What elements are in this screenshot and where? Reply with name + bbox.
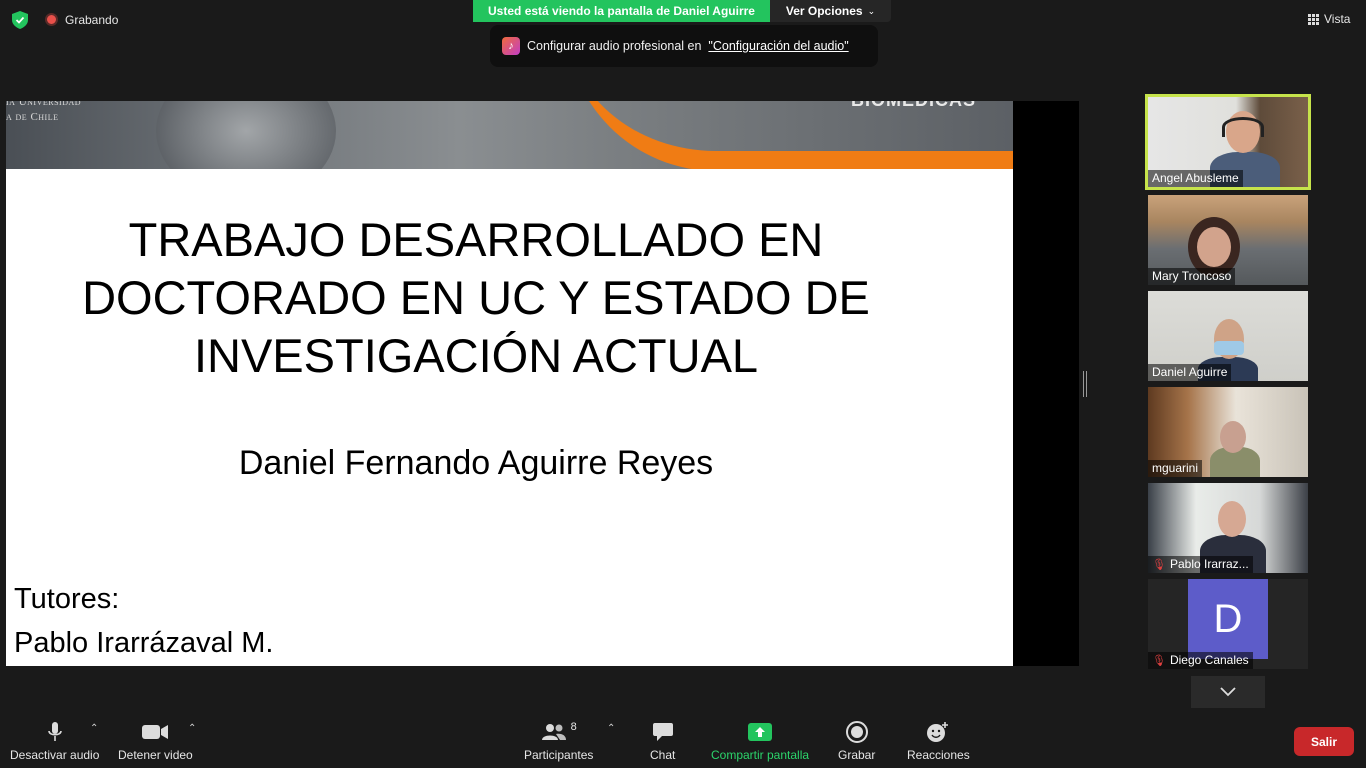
scroll-participants-down-button[interactable] bbox=[1191, 676, 1265, 708]
participant-video-tile[interactable]: mguarini bbox=[1148, 387, 1308, 477]
participant-video-tile[interactable]: Mary Troncoso bbox=[1148, 195, 1308, 285]
slide-header-right-text: BIOMEDICAS bbox=[851, 101, 976, 111]
header-orange-curve bbox=[566, 101, 1013, 169]
audio-tip-text: Configurar audio profesional en bbox=[527, 39, 702, 53]
participant-name: 🎙︎ Diego Canales bbox=[1148, 652, 1253, 669]
participants-options-caret-icon[interactable]: ⌃ bbox=[607, 723, 615, 734]
chevron-down-icon bbox=[1220, 687, 1236, 697]
mute-audio-label: Desactivar audio bbox=[10, 748, 100, 762]
record-icon bbox=[845, 720, 868, 744]
music-note-icon: ♪ bbox=[502, 37, 520, 55]
participant-name: Mary Troncoso bbox=[1148, 268, 1236, 285]
smiley-plus-icon bbox=[926, 720, 950, 744]
audio-settings-link[interactable]: "Configuración del audio" bbox=[708, 39, 848, 53]
slide-header-banner: ia Universidad a de Chile BIOMEDICAS bbox=[6, 101, 1013, 169]
panel-resize-handle[interactable] bbox=[1083, 371, 1087, 397]
header-decoration bbox=[156, 101, 336, 169]
mic-muted-icon: 🎙︎ bbox=[1152, 558, 1166, 571]
slide-author: Daniel Fernando Aguirre Reyes bbox=[238, 444, 714, 482]
stop-video-label: Detener video bbox=[118, 748, 193, 762]
recording-label[interactable]: Grabando bbox=[65, 13, 118, 27]
record-label: Grabar bbox=[838, 748, 876, 762]
participant-video-tile[interactable]: Daniel Aguirre bbox=[1148, 291, 1308, 381]
participant-video-tile[interactable]: D 🎙︎ Diego Canales bbox=[1148, 579, 1308, 669]
view-options-label: Ver Opciones bbox=[785, 4, 863, 18]
microphone-icon bbox=[47, 720, 63, 744]
reactions-button[interactable]: Reacciones bbox=[907, 720, 970, 762]
grid-view-icon bbox=[1308, 13, 1319, 25]
participant-name: Daniel Aguirre bbox=[1148, 364, 1232, 381]
screen-share-banner: Usted está viendo la pantalla de Daniel … bbox=[473, 0, 770, 22]
mic-muted-icon: 🎙︎ bbox=[1152, 654, 1166, 667]
chat-label: Chat bbox=[650, 748, 676, 762]
record-button[interactable]: Grabar bbox=[838, 720, 875, 762]
participants-label: Participantes bbox=[524, 748, 594, 762]
participants-icon: 8 bbox=[541, 720, 577, 744]
participants-button[interactable]: 8 Participantes bbox=[524, 720, 593, 762]
slide-tutor-name: Pablo Irarrázaval M. bbox=[14, 627, 274, 659]
participant-name: 🎙︎ Pablo Irarraz... bbox=[1148, 556, 1253, 573]
slide-title: TRABAJO DESARROLLADO EN DOCTORADO EN UC … bbox=[82, 213, 870, 382]
chat-button[interactable]: Chat bbox=[650, 720, 675, 762]
shared-screen[interactable]: ia Universidad a de Chile BIOMEDICAS TRA… bbox=[6, 101, 1079, 666]
chevron-down-icon: ⌄ bbox=[867, 5, 876, 16]
security-shield-icon[interactable] bbox=[12, 11, 28, 29]
view-options-button[interactable]: Ver Opciones ⌄ bbox=[770, 0, 891, 22]
participant-name: Angel Abusleme bbox=[1148, 170, 1243, 187]
presentation-slide: ia Universidad a de Chile BIOMEDICAS TRA… bbox=[6, 101, 1013, 666]
leave-meeting-button[interactable]: Salir bbox=[1294, 727, 1354, 756]
participants-count: 8 bbox=[570, 721, 577, 733]
participant-video-tile[interactable]: 🎙︎ Pablo Irarraz... bbox=[1148, 483, 1308, 573]
chat-bubble-icon bbox=[652, 720, 674, 744]
view-button[interactable]: Vista bbox=[1308, 12, 1350, 26]
video-options-caret-icon[interactable]: ⌃ bbox=[188, 723, 196, 734]
participant-avatar: D bbox=[1188, 579, 1268, 659]
participant-name: mguarini bbox=[1148, 460, 1203, 477]
slide-university-logo: ia Universidad a de Chile bbox=[6, 101, 82, 123]
audio-settings-tooltip: ♪ Configurar audio profesional en "Confi… bbox=[490, 25, 878, 67]
audio-options-caret-icon[interactable]: ⌃ bbox=[90, 723, 98, 734]
share-screen-icon bbox=[748, 720, 773, 744]
recording-icon bbox=[45, 13, 58, 26]
share-screen-label: Compartir pantalla bbox=[711, 748, 810, 762]
view-label: Vista bbox=[1324, 12, 1351, 26]
stop-video-button[interactable]: Detener video bbox=[118, 720, 193, 762]
reactions-label: Reacciones bbox=[907, 748, 970, 762]
slide-tutors-label: Tutores: bbox=[14, 583, 120, 615]
participant-video-tile[interactable]: Angel Abusleme bbox=[1145, 94, 1311, 190]
mute-audio-button[interactable]: Desactivar audio bbox=[10, 720, 99, 762]
video-camera-icon bbox=[142, 720, 169, 744]
share-screen-button[interactable]: Compartir pantalla bbox=[711, 720, 809, 762]
